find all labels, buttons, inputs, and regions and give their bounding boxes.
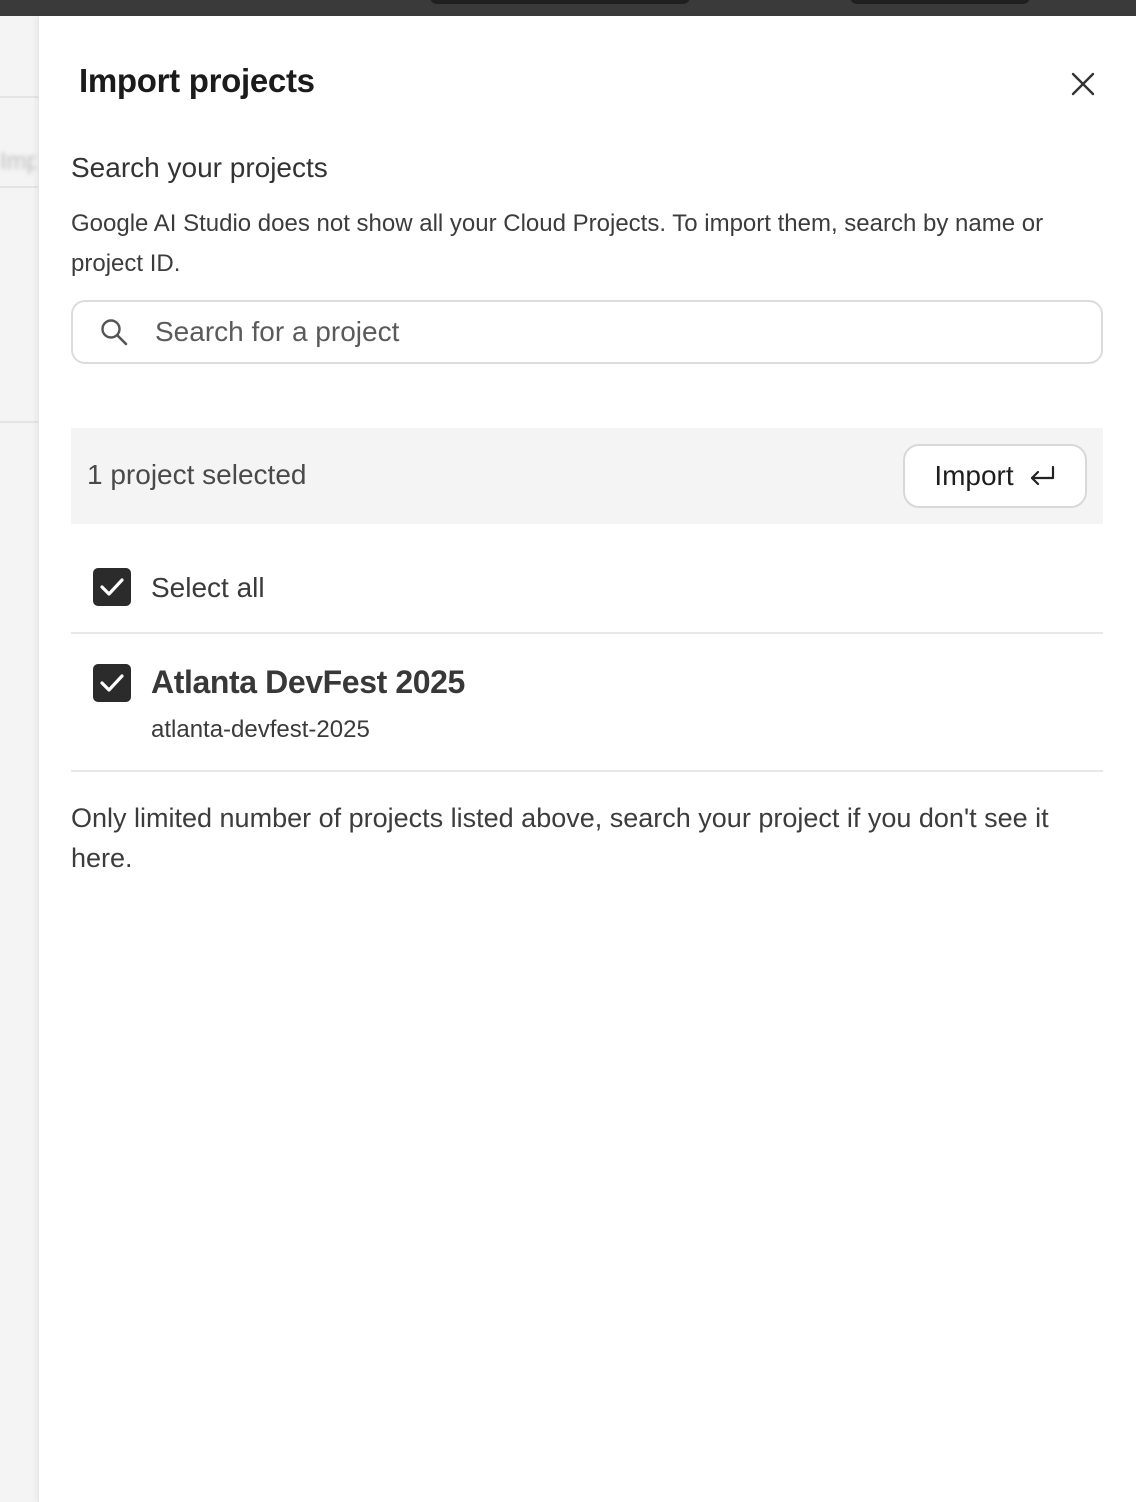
background-divider (0, 421, 38, 423)
checkmark-icon (100, 674, 124, 692)
search-input[interactable] (155, 302, 1101, 362)
top-bar (0, 0, 1136, 16)
project-id: atlanta-devfest-2025 (151, 716, 370, 743)
select-all-row: Select all (71, 552, 1103, 634)
project-list-item[interactable]: Atlanta DevFest 2025 atlanta-devfest-202… (71, 634, 1103, 772)
import-projects-dialog: Import projects Search your projects Goo… (38, 16, 1136, 1502)
project-name: Atlanta DevFest 2025 (151, 664, 465, 700)
project-checkbox[interactable] (93, 664, 131, 702)
top-bar-pill (430, 0, 690, 4)
close-icon (1071, 72, 1095, 96)
selected-count: 1 project selected (87, 459, 307, 490)
background-page: Imp (0, 16, 40, 1502)
background-divider (0, 186, 38, 188)
checkmark-icon (100, 578, 124, 596)
search-description: Google AI Studio does not show all your … (71, 210, 1044, 277)
selection-bar: 1 project selected Import (71, 428, 1103, 524)
import-button[interactable]: Import (903, 444, 1087, 508)
footnote: Only limited number of projects listed a… (71, 803, 1049, 873)
close-button[interactable] (1065, 66, 1101, 102)
import-button-label: Import (934, 460, 1014, 491)
select-all-checkbox[interactable] (93, 568, 131, 606)
search-icon (73, 317, 155, 347)
return-arrow-icon (1030, 465, 1054, 486)
select-all-label: Select all (151, 572, 265, 603)
top-bar-pill (850, 0, 1030, 4)
dialog-title: Import projects (79, 62, 315, 99)
search-field[interactable] (71, 300, 1103, 364)
search-heading: Search your projects (71, 152, 328, 183)
background-text: Imp (0, 148, 36, 175)
background-divider (0, 96, 38, 98)
